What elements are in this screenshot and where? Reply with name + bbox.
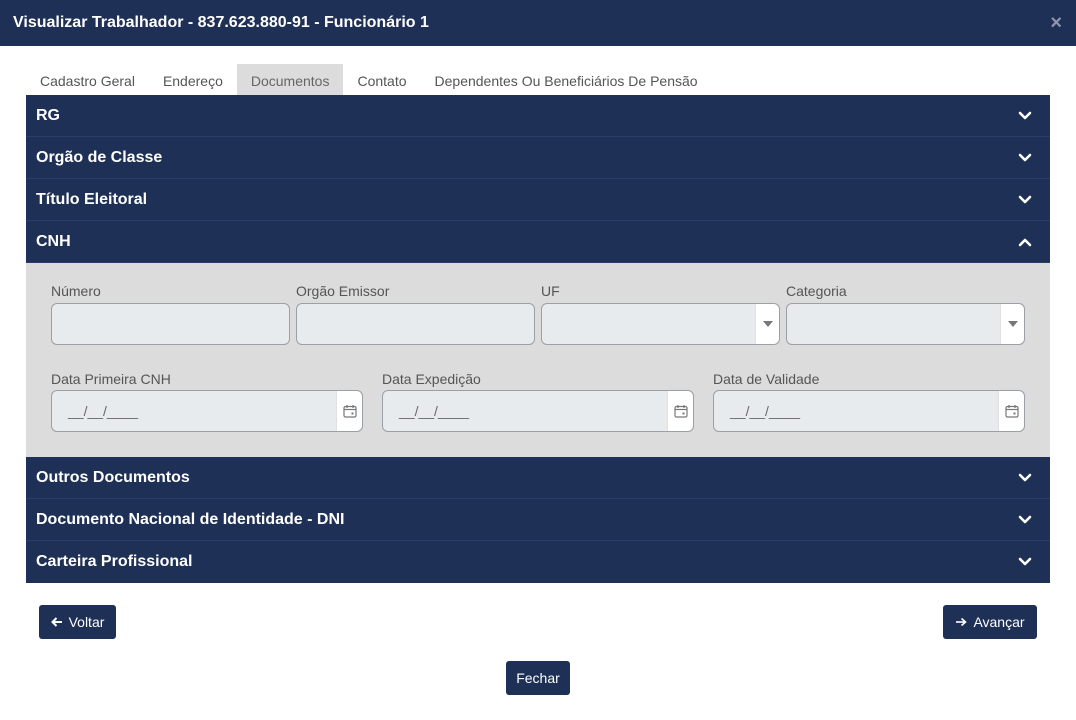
fechar-label: Fechar	[516, 670, 560, 686]
voltar-button[interactable]: Voltar	[39, 605, 116, 639]
tab-documentos[interactable]: Documentos	[236, 64, 344, 95]
chevron-down-icon	[1018, 109, 1032, 123]
numero-input[interactable]	[51, 303, 290, 345]
data-validade-input[interactable]: __/__/____	[713, 390, 1025, 432]
caret-down-icon[interactable]	[755, 304, 779, 344]
close-icon[interactable]: ×	[1050, 13, 1062, 33]
voltar-label: Voltar	[68, 614, 105, 630]
section-rg-title: RG	[36, 106, 60, 124]
tab-endereco[interactable]: Endereço	[149, 64, 237, 95]
avancar-button[interactable]: Avançar	[943, 605, 1037, 639]
tab-bar: Cadastro Geral Endereço Documentos Conta…	[26, 64, 712, 95]
data-primeira-cnh-label: Data Primeira CNH	[51, 371, 171, 387]
section-dni-title: Documento Nacional de Identidade - DNI	[36, 510, 345, 528]
documents-accordion: RG Orgão de Classe Título Eleitoral CNH …	[26, 95, 1050, 583]
section-carteira-profissional-title: Carteira Profissional	[36, 553, 193, 570]
orgao-emissor-label: Orgão Emissor	[296, 283, 390, 299]
chevron-down-icon	[1018, 513, 1032, 527]
section-titulo-eleitoral-title: Título Eleitoral	[36, 190, 148, 208]
orgao-emissor-input[interactable]	[296, 303, 535, 345]
chevron-down-icon	[1018, 193, 1032, 207]
tab-dependentes[interactable]: Dependentes Ou Beneficiários De Pensão	[421, 64, 712, 95]
section-orgao-classe-header[interactable]: Orgão de Classe	[26, 137, 1050, 179]
chevron-down-icon	[1018, 555, 1032, 569]
data-validade-value: __/__/____	[730, 403, 801, 419]
section-outros-documentos-header[interactable]: Outros Documentos	[26, 457, 1050, 499]
chevron-down-icon	[1018, 151, 1032, 165]
arrow-right-icon	[955, 617, 968, 627]
tab-cadastro-geral[interactable]: Cadastro Geral	[26, 64, 149, 95]
uf-select[interactable]	[541, 303, 780, 345]
categoria-select[interactable]	[786, 303, 1025, 345]
section-rg-header[interactable]: RG	[26, 95, 1050, 137]
section-titulo-eleitoral-header[interactable]: Título Eleitoral	[26, 179, 1050, 221]
section-cnh-header[interactable]: CNH	[26, 221, 1050, 263]
section-cnh-title: CNH	[36, 232, 71, 250]
data-expedicao-label: Data Expedição	[382, 371, 481, 387]
section-dni-header[interactable]: Documento Nacional de Identidade - DNI	[26, 499, 1050, 541]
chevron-up-icon	[1018, 235, 1032, 249]
numero-label: Número	[51, 283, 101, 299]
calendar-icon[interactable]	[336, 391, 362, 431]
data-expedicao-value: __/__/____	[399, 403, 470, 419]
modal-dialog: Visualizar Trabalhador - 837.623.880-91 …	[0, 0, 1076, 720]
section-outros-documentos-title: Outros Documentos	[36, 468, 190, 486]
modal-titlebar: Visualizar Trabalhador - 837.623.880-91 …	[0, 0, 1076, 46]
tab-contato[interactable]: Contato	[343, 64, 420, 95]
modal-title: Visualizar Trabalhador - 837.623.880-91 …	[13, 14, 429, 31]
data-expedicao-input[interactable]: __/__/____	[382, 390, 694, 432]
section-carteira-profissional-header[interactable]: Carteira Profissional	[26, 541, 1050, 583]
section-cnh-body: Número Orgão Emissor UF Categoria Data P…	[26, 263, 1050, 457]
arrow-left-icon	[50, 617, 63, 627]
calendar-icon[interactable]	[667, 391, 693, 431]
section-orgao-classe-title: Orgão de Classe	[36, 148, 163, 166]
caret-down-icon[interactable]	[1000, 304, 1024, 344]
data-primeira-cnh-value: __/__/____	[68, 403, 139, 419]
fechar-button[interactable]: Fechar	[506, 661, 570, 695]
data-primeira-cnh-input[interactable]: __/__/____	[51, 390, 363, 432]
chevron-down-icon	[1018, 471, 1032, 485]
data-validade-label: Data de Validade	[713, 371, 820, 387]
avancar-label: Avançar	[973, 614, 1025, 630]
uf-label: UF	[541, 283, 560, 299]
categoria-label: Categoria	[786, 283, 847, 299]
calendar-icon[interactable]	[998, 391, 1024, 431]
